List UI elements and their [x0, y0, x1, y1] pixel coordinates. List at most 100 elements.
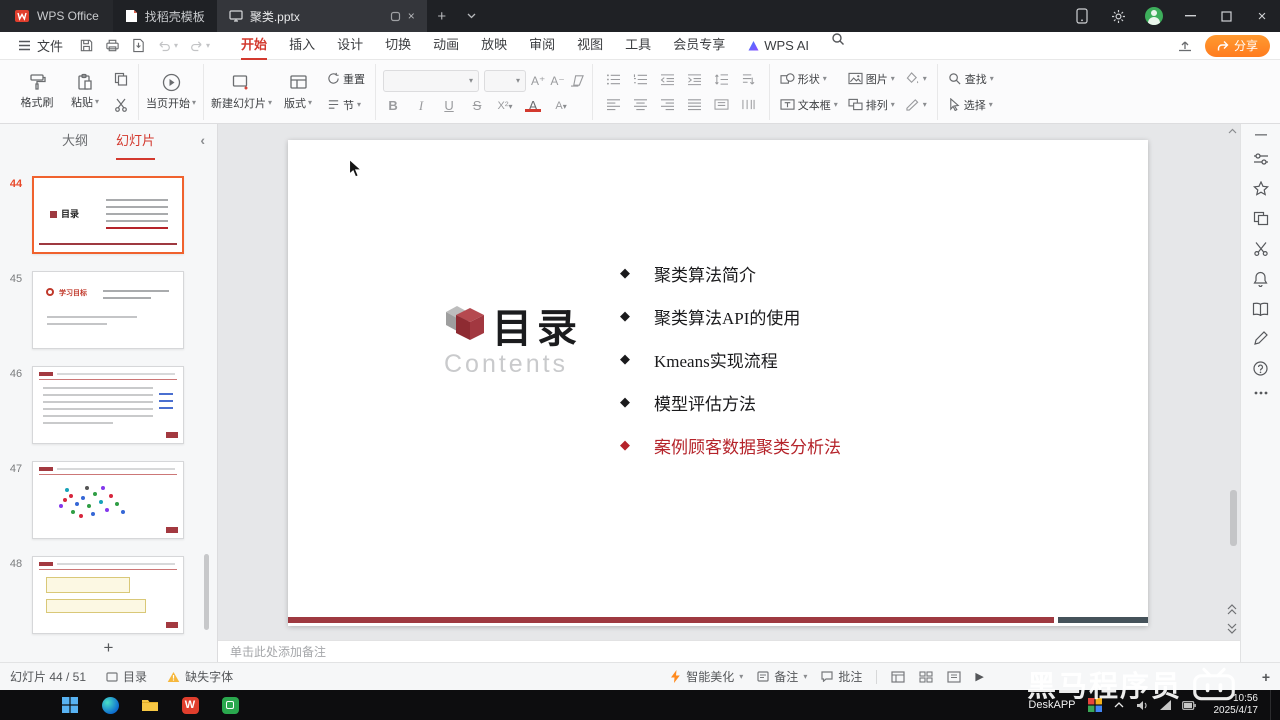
toc-subtitle[interactable]: Contents [444, 350, 568, 379]
select-button[interactable]: 选择 ▾ [945, 95, 997, 115]
bullets-button[interactable] [606, 73, 621, 86]
picture-button[interactable]: 图片 ▾ [845, 69, 898, 89]
thumbnail-canvas[interactable]: 目录 [32, 176, 184, 254]
tab-tools[interactable]: 工具 [614, 32, 662, 60]
upload-cloud-icon[interactable] [1177, 38, 1193, 54]
shapes-button[interactable]: 形状 ▾ [777, 69, 841, 89]
tab-animation[interactable]: 动画 [422, 32, 470, 60]
file-explorer-button[interactable] [130, 690, 170, 720]
columns-button[interactable] [741, 98, 756, 111]
indent-decrease-button[interactable] [660, 73, 675, 86]
toc-item[interactable]: ◆ 模型评估方法 [620, 381, 841, 424]
toc-item[interactable]: ◆ 聚类算法简介 [620, 252, 841, 295]
strikethrough-button[interactable]: S [467, 98, 487, 113]
find-button[interactable]: 查找 ▾ [945, 69, 997, 89]
collapse-panel-icon[interactable]: ‹ [200, 132, 205, 148]
toc-item[interactable]: ◆ Kmeans实现流程 [620, 338, 841, 381]
share-button[interactable]: 分享 [1204, 34, 1270, 57]
fill-color-button[interactable]: ▾ [902, 69, 930, 89]
wps-app-button[interactable]: W [170, 690, 210, 720]
cut-tool-icon[interactable] [1253, 241, 1269, 256]
panel-scrollbar[interactable] [204, 554, 209, 630]
export-pdf-icon[interactable] [131, 38, 146, 53]
decrease-font-button[interactable]: A⁻ [550, 74, 564, 88]
next-slide-button[interactable] [1227, 623, 1237, 634]
clear-format-button[interactable] [570, 74, 585, 87]
hide-sidebar-icon[interactable] [1254, 134, 1267, 137]
superscript-button[interactable]: X²▾ [495, 100, 515, 112]
properties-sliders-icon[interactable] [1253, 152, 1269, 166]
slide-canvas[interactable]: 目录 Contents ◆ 聚类算法简介 ◆ 聚类算法API的使用 ◆ Kmeans实… [288, 140, 1148, 626]
redo-button[interactable]: ▾ [189, 39, 210, 52]
minimize-button[interactable] [1172, 0, 1208, 32]
tab-wps-ai[interactable]: WPS AI [736, 32, 820, 60]
slide-sorter-view-button[interactable] [919, 670, 933, 683]
new-slide-button[interactable]: 新建幻灯片 ▾ [211, 65, 272, 119]
notes-bar[interactable]: 单击此处添加备注 [218, 640, 1240, 662]
format-painter-button[interactable]: 格式刷 [15, 65, 59, 119]
tab-review[interactable]: 审阅 [518, 32, 566, 60]
tab-close-icon[interactable]: × [408, 9, 415, 23]
zoom-in-button[interactable]: + [1262, 669, 1270, 685]
tab-view[interactable]: 视图 [566, 32, 614, 60]
beautify-button[interactable]: 智能美化 ▾ [670, 668, 743, 685]
scroll-up-icon[interactable] [1228, 128, 1237, 134]
indent-increase-button[interactable] [687, 73, 702, 86]
notifications-bell-icon[interactable] [1253, 271, 1268, 287]
section-button[interactable]: 节 ▾ [324, 95, 368, 115]
save-icon[interactable] [79, 38, 94, 53]
section-indicator[interactable]: 目录 [106, 668, 147, 685]
ribbon-search-icon[interactable] [820, 32, 856, 60]
missing-fonts-warning[interactable]: 缺失字体 [167, 668, 233, 685]
more-options-icon[interactable] [1254, 391, 1268, 395]
help-icon[interactable] [1253, 361, 1268, 376]
edge-browser-button[interactable] [90, 690, 130, 720]
favorites-star-icon[interactable] [1252, 181, 1269, 196]
tab-device-icon[interactable] [390, 11, 401, 22]
text-direction-button[interactable] [741, 73, 756, 86]
tab-home[interactable]: 开始 [230, 32, 278, 60]
arrange-button[interactable]: 排列 ▾ [845, 95, 898, 115]
paste-button[interactable]: 粘贴 ▾ [63, 65, 107, 119]
new-tab-button[interactable]: + [427, 0, 457, 32]
align-left-button[interactable] [606, 98, 621, 111]
font-size-select[interactable]: ▾ [484, 69, 527, 92]
green-app-button[interactable] [210, 690, 250, 720]
align-center-button[interactable] [633, 98, 648, 111]
line-spacing-button[interactable] [714, 73, 729, 86]
user-avatar[interactable] [1136, 0, 1172, 32]
normal-view-button[interactable] [891, 670, 905, 683]
tab-list-chevron-icon[interactable] [457, 0, 487, 32]
template-tab[interactable]: 找稻壳模板 [113, 0, 217, 32]
bold-button[interactable]: B [383, 98, 403, 113]
italic-button[interactable]: I [411, 98, 431, 114]
layers-icon[interactable] [1253, 211, 1269, 226]
previous-slide-button[interactable] [1227, 604, 1237, 615]
show-desktop-button[interactable] [1270, 690, 1274, 720]
toc-title[interactable]: 目录 [492, 296, 582, 354]
cut-button[interactable] [111, 95, 131, 115]
outline-tab[interactable]: 大纲 [62, 124, 88, 160]
thumbnail-canvas[interactable] [32, 366, 184, 444]
tab-transitions[interactable]: 切换 [374, 32, 422, 60]
close-button[interactable]: × [1244, 0, 1280, 32]
notes-toggle-button[interactable]: 备注 ▾ [757, 668, 807, 685]
toc-item-list[interactable]: ◆ 聚类算法简介 ◆ 聚类算法API的使用 ◆ Kmeans实现流程 ◆ 模型评估方法 … [620, 252, 841, 467]
textbox-button[interactable]: 文本框 ▾ [777, 95, 841, 115]
maximize-button[interactable] [1208, 0, 1244, 32]
justify-button[interactable] [687, 98, 702, 111]
print-icon[interactable] [105, 38, 120, 53]
distribute-button[interactable] [714, 98, 729, 111]
toc-item[interactable]: ◆ 聚类算法API的使用 [620, 295, 841, 338]
increase-font-button[interactable]: A⁺ [531, 74, 545, 88]
scrollbar-thumb[interactable] [1230, 490, 1237, 546]
font-color-button[interactable]: A [523, 98, 543, 113]
document-tab[interactable]: 聚类.pptx × [216, 0, 427, 32]
toc-item-highlighted[interactable]: ◆ 案例顾客数据聚类分析法 [620, 424, 841, 467]
thumbnail-canvas[interactable] [32, 461, 184, 539]
reading-view-button[interactable] [947, 670, 961, 683]
pen-edit-icon[interactable] [1253, 331, 1268, 346]
outline-color-button[interactable]: ▾ [902, 95, 930, 115]
layout-button[interactable]: 版式 ▾ [276, 65, 320, 119]
tab-member[interactable]: 会员专享 [662, 32, 736, 60]
